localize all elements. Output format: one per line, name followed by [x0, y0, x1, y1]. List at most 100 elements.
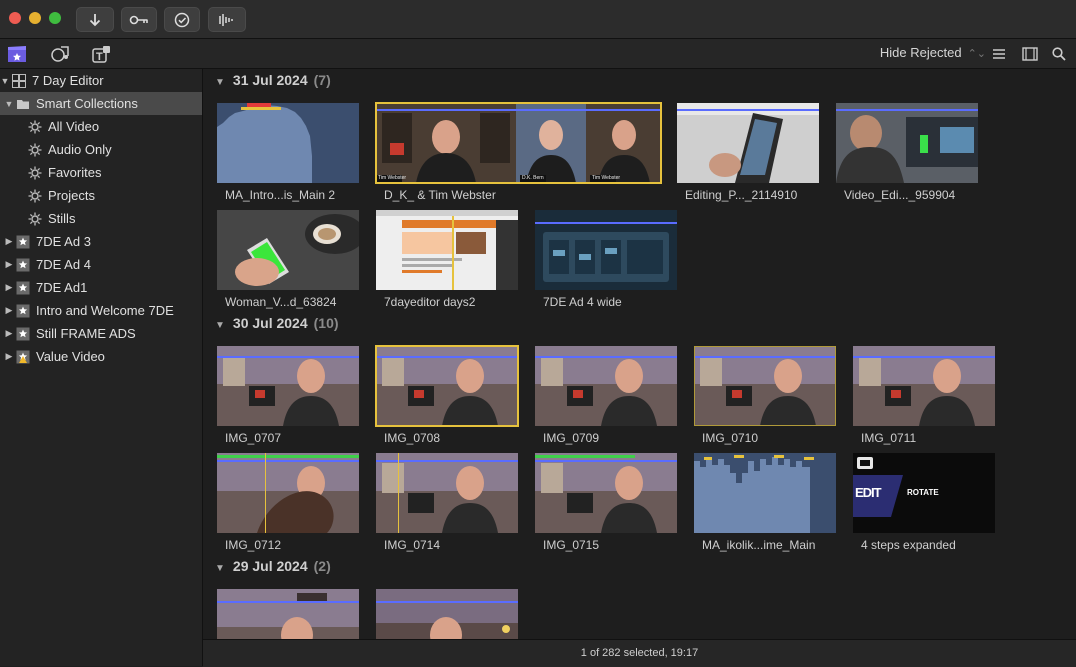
- smart-collection-all-video[interactable]: All Video: [0, 115, 228, 138]
- disclosure-down-icon[interactable]: ▼: [215, 563, 225, 574]
- zoom-window-button[interactable]: [49, 12, 61, 24]
- smart-collection-favorites[interactable]: Favorites: [0, 161, 228, 184]
- date-group-header[interactable]: ▼ 29 Jul 2024 (2): [215, 558, 331, 574]
- title-bar: [0, 0, 1076, 39]
- search-icon[interactable]: [1049, 44, 1069, 64]
- clip-thumbnail[interactable]: [535, 453, 677, 533]
- background-tasks-button[interactable]: [164, 7, 200, 32]
- import-button[interactable]: [76, 7, 114, 32]
- disclosure-right-icon[interactable]: ▶: [4, 305, 14, 316]
- tim-webster-label: Tim Webster: [378, 175, 407, 181]
- smart-item-label: Favorites: [48, 165, 102, 180]
- clip-name: 7dayeditor days2: [384, 295, 476, 309]
- event-row[interactable]: ▶ Value Video: [0, 345, 206, 368]
- gear-icon: [28, 189, 42, 202]
- close-window-button[interactable]: [9, 12, 21, 24]
- smart-item-label: Projects: [48, 188, 95, 203]
- clip-thumbnail[interactable]: [376, 589, 518, 639]
- clip-filter-label: Hide Rejected: [879, 45, 962, 60]
- clip-thumbnail[interactable]: [217, 210, 359, 290]
- clip-filter-menu[interactable]: Hide Rejected ⌃⌄: [880, 45, 986, 60]
- clip-thumbnail[interactable]: [376, 210, 518, 290]
- event-row[interactable]: ▶ 7DE Ad 4: [0, 253, 206, 276]
- smart-collection-stills[interactable]: Stills: [0, 207, 228, 230]
- library-icon: [12, 73, 26, 88]
- library-name: 7 Day Editor: [32, 73, 104, 88]
- tim-webster-label: Tim Webster: [592, 175, 621, 181]
- disclosure-right-icon[interactable]: ▶: [4, 236, 14, 247]
- event-star-icon: [16, 281, 30, 294]
- waveform-icon: [219, 13, 233, 26]
- audio-button[interactable]: [208, 7, 246, 32]
- rotate-text: ROTATE: [907, 488, 939, 497]
- event-row[interactable]: ▶ Intro and Welcome 7DE: [0, 299, 206, 322]
- keyword-button[interactable]: [121, 7, 157, 32]
- clip-appearance-icon[interactable]: [1020, 44, 1040, 64]
- smart-collection-projects[interactable]: Projects: [0, 184, 228, 207]
- disclosure-down-icon[interactable]: ▼: [4, 99, 14, 109]
- clip-name: MA_Intro...is_Main 2: [225, 188, 336, 202]
- clip-name: IMG_0710: [702, 431, 759, 445]
- smart-collections-row[interactable]: ▼ Smart Collections: [0, 92, 202, 115]
- event-label: 7DE Ad 4: [36, 257, 91, 272]
- clip-thumbnail[interactable]: [535, 210, 677, 290]
- chevron-updown-icon: ⌃⌄: [967, 48, 986, 60]
- list-view-icon[interactable]: [989, 44, 1009, 64]
- event-row[interactable]: ▶ 7DE Ad1: [0, 276, 206, 299]
- disclosure-down-icon[interactable]: ▼: [215, 320, 225, 331]
- clip-thumbnail[interactable]: [375, 345, 519, 427]
- photos-audio-icon[interactable]: [50, 44, 70, 64]
- gear-icon: [28, 120, 42, 133]
- group-date: 29 Jul 2024: [232, 558, 308, 574]
- clip-name: Video_Edi..._959904: [844, 188, 956, 202]
- clip-name: IMG_0708: [384, 431, 441, 445]
- gear-icon: [28, 166, 42, 179]
- smart-collection-audio-only[interactable]: Audio Only: [0, 138, 228, 161]
- clip-thumbnail[interactable]: [694, 453, 836, 533]
- smart-item-label: All Video: [48, 119, 100, 134]
- status-bar: 1 of 282 selected, 19:17: [203, 639, 1076, 667]
- clip-name: IMG_0714: [384, 538, 441, 552]
- clip-thumbnail[interactable]: [217, 589, 359, 639]
- event-label: Still FRAME ADS: [36, 326, 136, 341]
- minimize-window-button[interactable]: [29, 12, 41, 24]
- disclosure-right-icon[interactable]: ▶: [4, 328, 14, 339]
- disclosure-right-icon[interactable]: ▶: [4, 259, 14, 270]
- clip-thumbnail[interactable]: [694, 346, 836, 426]
- clip-thumbnail[interactable]: [853, 346, 995, 426]
- clip-name: IMG_0712: [225, 538, 282, 552]
- clip-thumbnail[interactable]: Tim Webster D.K. Bern Tim Webster: [375, 102, 662, 184]
- clip-thumbnail[interactable]: [217, 346, 359, 426]
- event-star-icon: [16, 235, 30, 248]
- disclosure-right-icon[interactable]: ▶: [4, 282, 14, 293]
- disclosure-right-icon[interactable]: ▶: [4, 351, 14, 362]
- clip-thumbnail[interactable]: [217, 103, 359, 183]
- clip-thumbnail[interactable]: [836, 103, 978, 183]
- clip-thumbnail[interactable]: [376, 453, 518, 533]
- libraries-icon[interactable]: [7, 44, 27, 64]
- browser-toolbar: T Hide Rejected ⌃⌄: [0, 39, 1076, 69]
- library-sidebar: ▼ 7 Day Editor ▼ Smart Collections All V…: [0, 69, 203, 666]
- group-date: 31 Jul 2024: [232, 72, 308, 88]
- titles-generators-icon[interactable]: T: [91, 44, 111, 64]
- date-group-header[interactable]: ▼ 31 Jul 2024 (7): [215, 72, 331, 88]
- clip-thumbnail[interactable]: [677, 103, 819, 183]
- event-row[interactable]: ▶ 7DE Ad 3: [0, 230, 206, 253]
- event-label: Intro and Welcome 7DE: [36, 303, 174, 318]
- gear-icon: [28, 143, 42, 156]
- event-row[interactable]: ▶ Still FRAME ADS: [0, 322, 206, 345]
- disclosure-down-icon[interactable]: ▼: [215, 77, 225, 88]
- event-label: Value Video: [36, 349, 105, 364]
- clip-name: IMG_0711: [861, 431, 917, 445]
- clip-thumbnail[interactable]: [217, 453, 359, 533]
- event-label: 7DE Ad 3: [36, 234, 91, 249]
- library-row[interactable]: ▼ 7 Day Editor: [0, 69, 202, 92]
- date-group-header[interactable]: ▼ 30 Jul 2024 (10): [215, 315, 339, 331]
- disclosure-down-icon[interactable]: ▼: [0, 76, 10, 86]
- clip-name: D_K_ & Tim Webster: [384, 188, 496, 202]
- clip-name: 7DE Ad 4 wide: [543, 295, 622, 309]
- edit-text: EDIT: [855, 485, 882, 500]
- clip-thumbnail[interactable]: [535, 346, 677, 426]
- clip-name: Woman_V...d_63824: [225, 295, 337, 309]
- clip-thumbnail[interactable]: EDIT ROTATE: [853, 453, 995, 533]
